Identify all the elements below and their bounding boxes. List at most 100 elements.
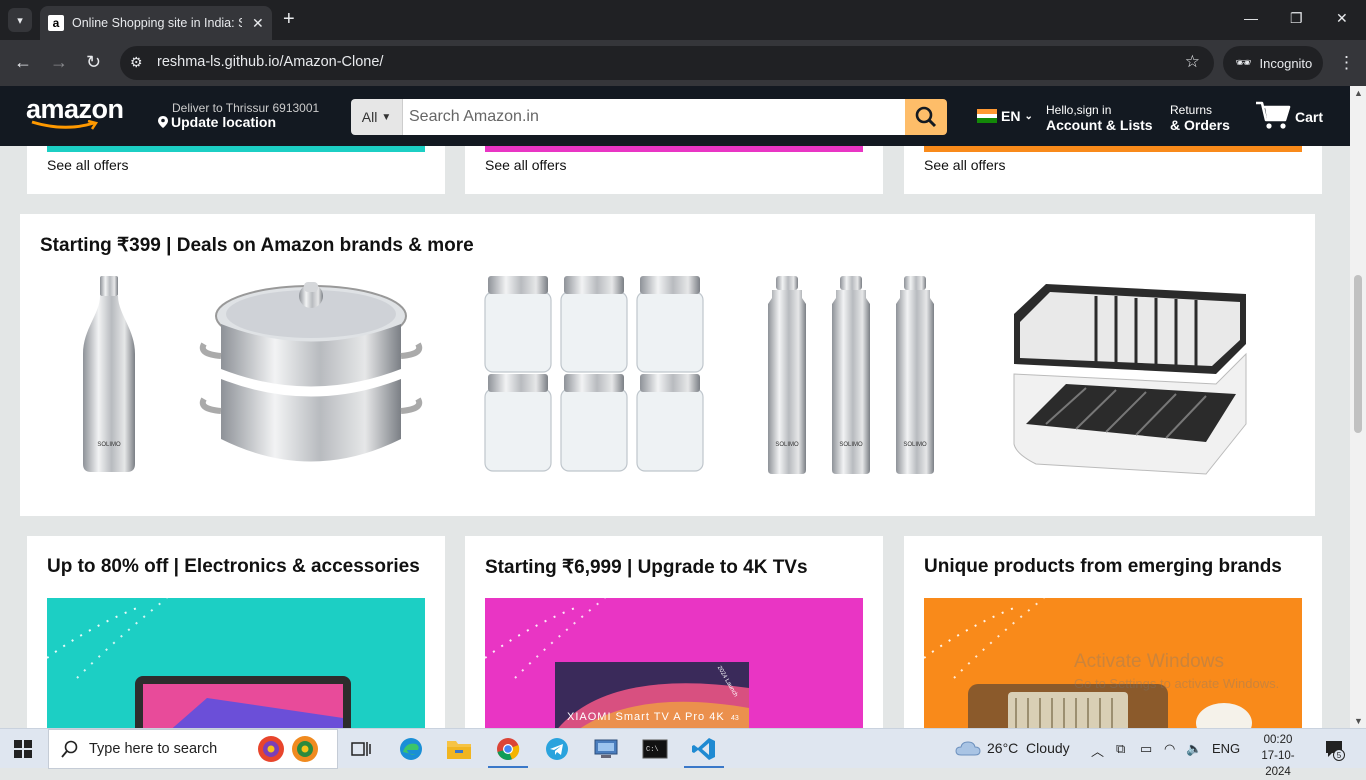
see-all-offers-link[interactable]: See all offers: [924, 157, 1005, 173]
search-button[interactable]: [905, 99, 947, 135]
cart-button[interactable]: Cart: [1255, 100, 1323, 130]
edge-icon[interactable]: [396, 735, 426, 763]
cloudy-icon: [955, 741, 981, 756]
wifi-icon[interactable]: ◠: [1164, 741, 1175, 757]
windows-taskbar: Type here to search C:\ 26°C Cloudy ︿ ⧉ …: [0, 728, 1366, 778]
brand-text: SOLIMO: [97, 442, 121, 448]
file-explorer-icon[interactable]: [444, 735, 474, 763]
vscode-icon[interactable]: [689, 735, 719, 763]
close-icon[interactable]: ✕: [252, 15, 264, 32]
telegram-icon[interactable]: [542, 735, 572, 763]
notification-center[interactable]: 5: [1324, 739, 1346, 766]
forward-icon[interactable]: →: [50, 53, 68, 71]
star-icon[interactable]: ☆: [1185, 52, 1200, 72]
card-electronics[interactable]: Up to 80% off | Electronics & accessorie…: [27, 536, 445, 728]
card-title: Unique products from emerging brands: [924, 556, 1282, 577]
see-all-offers-link[interactable]: See all offers: [485, 157, 566, 173]
update-location-label: Update location: [171, 114, 277, 130]
scroll-thumb[interactable]: [1354, 275, 1362, 433]
new-tab-icon[interactable]: +: [283, 9, 295, 29]
amazon-favicon: a: [48, 15, 64, 31]
weather-text: 26°C Cloudy: [987, 740, 1070, 756]
address-bar[interactable]: ⚙ reshma-ls.github.io/Amazon-Clone/ ☆: [120, 46, 1214, 80]
taskbar-search[interactable]: Type here to search: [48, 729, 338, 769]
svg-text:C:\: C:\: [646, 746, 659, 754]
reload-icon[interactable]: ↻: [86, 53, 101, 71]
taskbar-search-text: Type here to search: [89, 741, 218, 757]
back-icon[interactable]: ←: [14, 53, 32, 71]
page-viewport: See all offers See all offers See all of…: [0, 86, 1350, 728]
search-bar: All ▼: [351, 99, 947, 135]
product-glass-jars[interactable]: [482, 274, 707, 476]
url-text[interactable]: reshma-ls.github.io/Amazon-Clone/: [157, 54, 383, 70]
search-category-label: All: [361, 109, 378, 125]
search-input[interactable]: [403, 99, 905, 135]
tv-banner-image: XIAOMI Smart TV A Pro 4K 43 2024 Launch: [485, 598, 749, 728]
deliver-line1: Deliver to Thrissur 6913001: [172, 101, 320, 115]
notification-icon: 5: [1326, 741, 1345, 761]
minimize-icon[interactable]: —: [1244, 10, 1258, 26]
watermark-title: Activate Windows: [1074, 651, 1224, 672]
brand-text: SOLIMO: [775, 442, 799, 448]
see-all-offers-link[interactable]: See all offers: [47, 157, 128, 173]
card-title: Starting ₹6,999 | Upgrade to 4K TVs: [485, 557, 808, 578]
volume-icon[interactable]: 🔈: [1186, 741, 1202, 757]
chevron-up-icon[interactable]: ︿: [1091, 741, 1104, 760]
window-close-icon[interactable]: ✕: [1336, 10, 1348, 27]
amazon-navbar: amazon Deliver to Thrissur 6913001 Updat…: [0, 86, 1350, 146]
brand-text: SOLIMO: [903, 442, 927, 448]
product-steel-bottle[interactable]: SOLIMO: [76, 274, 142, 476]
incognito-indicator[interactable]: 🕶 Incognito: [1223, 46, 1323, 80]
language-indicator[interactable]: ENG: [1212, 741, 1240, 756]
card-4k-tvs[interactable]: Starting ₹6,999 | Upgrade to 4K TVs XIAO…: [465, 536, 883, 728]
browser-tab-bar: ▾ a Online Shopping site in India: S ✕ +…: [0, 0, 1366, 40]
card-image[interactable]: XIAOMI Smart TV A Pro 4K 43 2024 Launch: [485, 598, 863, 728]
returns-orders[interactable]: Returns & Orders: [1170, 103, 1230, 133]
chrome-icon[interactable]: [493, 735, 523, 763]
site-info-icon[interactable]: ⚙: [130, 54, 143, 71]
scroll-up-icon[interactable]: ▲: [1354, 88, 1363, 98]
browser-tab[interactable]: a Online Shopping site in India: S ✕: [40, 6, 272, 40]
card-image[interactable]: [47, 598, 425, 728]
tab-search-icon[interactable]: ▾: [8, 8, 32, 32]
incognito-label: Incognito: [1259, 55, 1313, 71]
tab-title: Online Shopping site in India: S: [72, 16, 242, 30]
card-emerging-brands[interactable]: Unique products from emerging brands: [904, 536, 1322, 728]
tv-size-text: 43: [731, 715, 739, 722]
deals-section: Starting ₹399 | Deals on Amazon brands &…: [20, 214, 1315, 516]
product-steamer-pot[interactable]: [196, 274, 426, 476]
brand-text: SOLIMO: [839, 442, 863, 448]
deals-title: Starting ₹399 | Deals on Amazon brands &…: [40, 235, 474, 256]
tv-brand-text: XIAOMI Smart TV A Pro 4K: [567, 711, 725, 723]
page-scrollbar[interactable]: ▲ ▼: [1350, 86, 1366, 728]
battery-icon[interactable]: ▭: [1140, 741, 1152, 757]
weather-widget[interactable]: 26°C Cloudy: [955, 739, 1070, 757]
language-selector[interactable]: EN ⌄: [977, 108, 1033, 124]
menu-icon[interactable]: ⋮: [1338, 53, 1355, 73]
system-clock[interactable]: 00:20 17-10-2024: [1250, 732, 1306, 780]
terminal-icon[interactable]: C:\: [640, 735, 670, 763]
scroll-down-icon[interactable]: ▼: [1354, 716, 1363, 726]
search-category-select[interactable]: All ▼: [351, 99, 403, 135]
language-label: EN: [1001, 108, 1021, 124]
chevron-down-icon: ▼: [381, 111, 392, 123]
maximize-icon[interactable]: ❐: [1290, 10, 1303, 27]
orders-label: & Orders: [1170, 117, 1230, 133]
account-label: Account & Lists: [1046, 117, 1153, 133]
account-lists[interactable]: Hello,sign in Account & Lists: [1046, 103, 1153, 133]
card-title: Up to 80% off | Electronics & accessorie…: [47, 556, 420, 577]
deliver-to[interactable]: Deliver to Thrissur 6913001 Update locat…: [158, 101, 319, 129]
product-steel-bottles-set[interactable]: SOLIMO SOLIMO SOLIMO: [762, 274, 952, 476]
task-view-icon[interactable]: [346, 735, 376, 763]
search-icon: [915, 106, 937, 128]
meet-now-icon[interactable]: ⧉: [1116, 741, 1125, 757]
windows-start-icon[interactable]: [14, 740, 32, 758]
amazon-smile-icon: [31, 120, 99, 130]
control-panel-icon[interactable]: [591, 735, 621, 763]
product-dish-rack[interactable]: [1006, 274, 1254, 476]
cart-label: Cart: [1295, 109, 1324, 125]
laptop-banner-image: [47, 598, 351, 728]
activate-windows-watermark: Activate Windows Go to Settings to activ…: [1074, 651, 1279, 695]
watermark-subtitle: Go to Settings to activate Windows.: [1074, 676, 1280, 691]
search-icon: [61, 740, 78, 758]
